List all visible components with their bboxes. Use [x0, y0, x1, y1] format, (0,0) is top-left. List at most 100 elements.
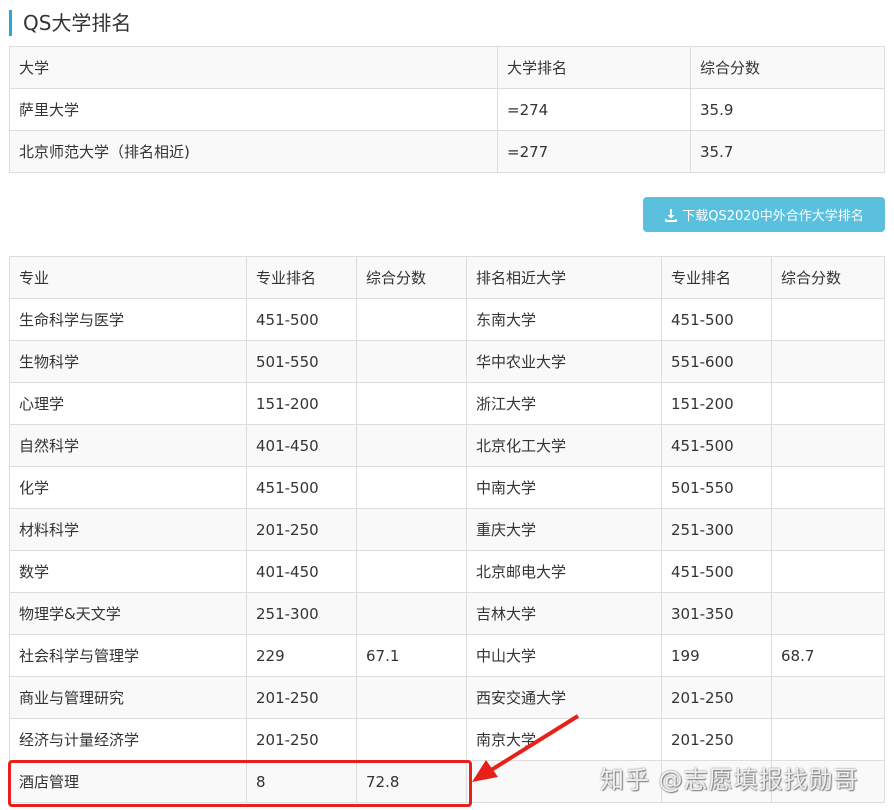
- table-cell: [356, 424, 467, 467]
- table-cell: 浙江大学: [466, 382, 662, 425]
- table-row: 自然科学 401-450 北京化工大学 451-500: [9, 424, 885, 467]
- table-cell: [356, 592, 467, 635]
- table-cell: =274: [497, 88, 691, 131]
- section-title: QS大学排名: [9, 10, 131, 36]
- table-cell: [356, 340, 467, 383]
- table-cell: [356, 550, 467, 593]
- table-cell: 201-250: [246, 508, 357, 551]
- table-cell: 451-500: [246, 298, 357, 341]
- table-row: 物理学&天文学 251-300 吉林大学 301-350: [9, 592, 885, 635]
- table-cell: [771, 508, 885, 551]
- table-row: 生命科学与医学 451-500 东南大学 451-500: [9, 298, 885, 341]
- column-header: 大学排名: [497, 46, 691, 89]
- table-cell: 301-350: [661, 592, 772, 635]
- table-header-row: 专业 专业排名 综合分数 排名相近大学 专业排名 综合分数: [9, 256, 885, 299]
- column-header: 综合分数: [771, 256, 885, 299]
- table-cell: 经济与计量经济学: [9, 718, 247, 761]
- table-cell: 35.7: [690, 130, 885, 173]
- table-cell: 数学: [9, 550, 247, 593]
- table-cell: 501-550: [661, 466, 772, 509]
- table-row: 化学 451-500 中南大学 501-550: [9, 466, 885, 509]
- table-cell: [771, 340, 885, 383]
- table-cell: 451-500: [246, 466, 357, 509]
- table-cell: 华中农业大学: [466, 340, 662, 383]
- table-cell: 自然科学: [9, 424, 247, 467]
- table-cell: 酒店管理: [9, 760, 247, 803]
- table-cell: 重庆大学: [466, 508, 662, 551]
- table-cell: 生物科学: [9, 340, 247, 383]
- table-cell: [771, 676, 885, 719]
- table-cell: 吉林大学: [466, 592, 662, 635]
- column-header: 综合分数: [690, 46, 885, 89]
- table-cell: 201-250: [246, 718, 357, 761]
- download-icon: [665, 208, 678, 222]
- table-cell: [771, 592, 885, 635]
- table-row: 萨里大学 =274 35.9: [9, 88, 885, 131]
- table-cell: 72.8: [356, 760, 467, 803]
- table-cell: 中山大学: [466, 634, 662, 677]
- table-cell: 229: [246, 634, 357, 677]
- column-header: 专业排名: [246, 256, 357, 299]
- table-cell: [356, 676, 467, 719]
- table-cell: 材料科学: [9, 508, 247, 551]
- table-cell: 物理学&天文学: [9, 592, 247, 635]
- table-cell: 551-600: [661, 340, 772, 383]
- table-cell: [771, 424, 885, 467]
- table-cell: 北京邮电大学: [466, 550, 662, 593]
- table-cell: [356, 298, 467, 341]
- table-row: 社会科学与管理学 229 67.1 中山大学 199 68.7: [9, 634, 885, 677]
- table-cell: 501-550: [246, 340, 357, 383]
- table-cell: [356, 382, 467, 425]
- column-header: 大学: [9, 46, 498, 89]
- table-cell: [771, 550, 885, 593]
- table-cell: 生命科学与医学: [9, 298, 247, 341]
- table-cell: [771, 382, 885, 425]
- table-cell: 35.9: [690, 88, 885, 131]
- table-cell: 中南大学: [466, 466, 662, 509]
- table-cell: 201-250: [661, 676, 772, 719]
- table-row: 心理学 151-200 浙江大学 151-200: [9, 382, 885, 425]
- table-cell: [771, 298, 885, 341]
- table-cell: 8: [246, 760, 357, 803]
- table-cell: [356, 466, 467, 509]
- table-row: 材料科学 201-250 重庆大学 251-300: [9, 508, 885, 551]
- table-cell: [356, 508, 467, 551]
- table-cell: 化学: [9, 466, 247, 509]
- table-cell: 社会科学与管理学: [9, 634, 247, 677]
- table-cell: 南京大学: [466, 718, 662, 761]
- column-header: 专业排名: [661, 256, 772, 299]
- table-cell: 201-250: [661, 718, 772, 761]
- table-header-row: 大学 大学排名 综合分数: [9, 46, 885, 89]
- column-header: 专业: [9, 256, 247, 299]
- subject-ranking-table: 专业 专业排名 综合分数 排名相近大学 专业排名 综合分数 生命科学与医学 451-500 东南…: [9, 256, 885, 803]
- table-cell: 北京师范大学（排名相近): [9, 130, 498, 173]
- table-row: 生物科学 501-550 华中农业大学 551-600: [9, 340, 885, 383]
- table-cell: 商业与管理研究: [9, 676, 247, 719]
- university-ranking-table: 大学 大学排名 综合分数 萨里大学 =274 35.9 北京师范大学（排名相近) =277 35…: [9, 46, 885, 173]
- table-cell: 67.1: [356, 634, 467, 677]
- table-cell: 251-300: [246, 592, 357, 635]
- table-cell: 萨里大学: [9, 88, 498, 131]
- column-header: 排名相近大学: [466, 256, 662, 299]
- table-cell: 401-450: [246, 550, 357, 593]
- table-cell: [771, 466, 885, 509]
- table-row: 商业与管理研究 201-250 西安交通大学 201-250: [9, 676, 885, 719]
- table-cell: 201-250: [246, 676, 357, 719]
- table-cell: 西安交通大学: [466, 676, 662, 719]
- table-cell: 199: [661, 634, 772, 677]
- table-cell: 心理学: [9, 382, 247, 425]
- table-cell: =277: [497, 130, 691, 173]
- table-cell: 251-300: [661, 508, 772, 551]
- watermark: 知乎 @志愿填报找勋哥: [600, 766, 859, 794]
- table-cell: 401-450: [246, 424, 357, 467]
- table-cell: 451-500: [661, 298, 772, 341]
- table-cell: 北京化工大学: [466, 424, 662, 467]
- table-cell: [771, 718, 885, 761]
- download-ranking-button[interactable]: 下载QS2020中外合作大学排名: [643, 197, 885, 232]
- table-row: 数学 401-450 北京邮电大学 451-500: [9, 550, 885, 593]
- table-cell: [356, 718, 467, 761]
- table-row: 经济与计量经济学 201-250 南京大学 201-250: [9, 718, 885, 761]
- table-cell: 451-500: [661, 550, 772, 593]
- table-cell: 东南大学: [466, 298, 662, 341]
- table-cell: 151-200: [246, 382, 357, 425]
